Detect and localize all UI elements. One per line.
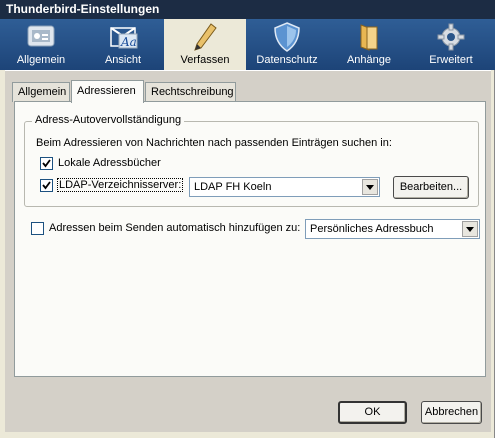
- toolbar-item-display[interactable]: Aa Ansicht: [82, 19, 164, 70]
- folder-icon: [353, 22, 385, 52]
- ldap-server-checkbox[interactable]: [40, 179, 53, 192]
- autocomplete-description: Beim Adressieren von Nachrichten nach pa…: [36, 137, 392, 149]
- tab-spelling[interactable]: Rechtschreibung: [145, 82, 236, 102]
- ok-button[interactable]: OK: [338, 401, 407, 424]
- ldap-server-value: LDAP FH Koeln: [194, 181, 272, 193]
- svg-text:Aa: Aa: [120, 35, 137, 49]
- category-toolbar: Allgemein Aa Ansicht Verfassen Datenschu…: [0, 19, 495, 70]
- toolbar-label: Erweitert: [429, 54, 473, 66]
- tab-addressing[interactable]: Adressieren: [71, 80, 144, 103]
- toolbar-label: Anhänge: [346, 54, 392, 66]
- toolbar-item-general[interactable]: Allgemein: [0, 19, 82, 70]
- gear-icon: [435, 22, 467, 52]
- edit-ldap-button[interactable]: Bearbeiten...: [393, 176, 469, 199]
- ldap-server-label: LDAP-Verzeichnisserver:: [57, 178, 184, 192]
- checkmark-icon: [42, 181, 51, 190]
- display-icon: Aa: [107, 22, 139, 52]
- toolbar-item-advanced[interactable]: Erweitert: [410, 19, 492, 70]
- cancel-button[interactable]: Abbrechen: [421, 401, 482, 424]
- window-title: Thunderbird-Einstellungen: [0, 0, 495, 19]
- chevron-down-icon[interactable]: [462, 221, 478, 237]
- checkmark-icon: [42, 159, 51, 168]
- auto-add-addressbook-value: Persönliches Adressbuch: [310, 223, 434, 235]
- auto-add-checkbox[interactable]: [31, 222, 44, 235]
- ldap-server-select[interactable]: LDAP FH Koeln: [189, 177, 380, 197]
- local-addressbooks-label: Lokale Adressbücher: [58, 157, 161, 169]
- toolbar-label: Verfassen: [180, 54, 230, 66]
- shield-icon: [271, 22, 303, 52]
- pen-icon: [189, 22, 221, 52]
- auto-add-label: Adressen beim Senden automatisch hinzufü…: [49, 222, 301, 234]
- auto-add-addressbook-select[interactable]: Persönliches Adressbuch: [305, 219, 480, 239]
- toolbar-label: Allgemein: [16, 54, 66, 66]
- preferences-window: Thunderbird-Einstellungen Allgemein Aa A…: [0, 0, 495, 438]
- toolbar-item-attachments[interactable]: Anhänge: [328, 19, 410, 70]
- local-addressbooks-checkbox[interactable]: [40, 157, 53, 170]
- tab-general[interactable]: Allgemein: [12, 82, 70, 102]
- general-icon: [25, 22, 57, 52]
- toolbar-label: Ansicht: [104, 54, 142, 66]
- toolbar-item-privacy[interactable]: Datenschutz: [246, 19, 328, 70]
- toolbar-item-compose[interactable]: Verfassen: [164, 19, 246, 70]
- autocomplete-group-title: Adress-Autovervollständigung: [32, 114, 185, 126]
- toolbar-label: Datenschutz: [256, 54, 318, 66]
- chevron-down-icon[interactable]: [362, 179, 378, 195]
